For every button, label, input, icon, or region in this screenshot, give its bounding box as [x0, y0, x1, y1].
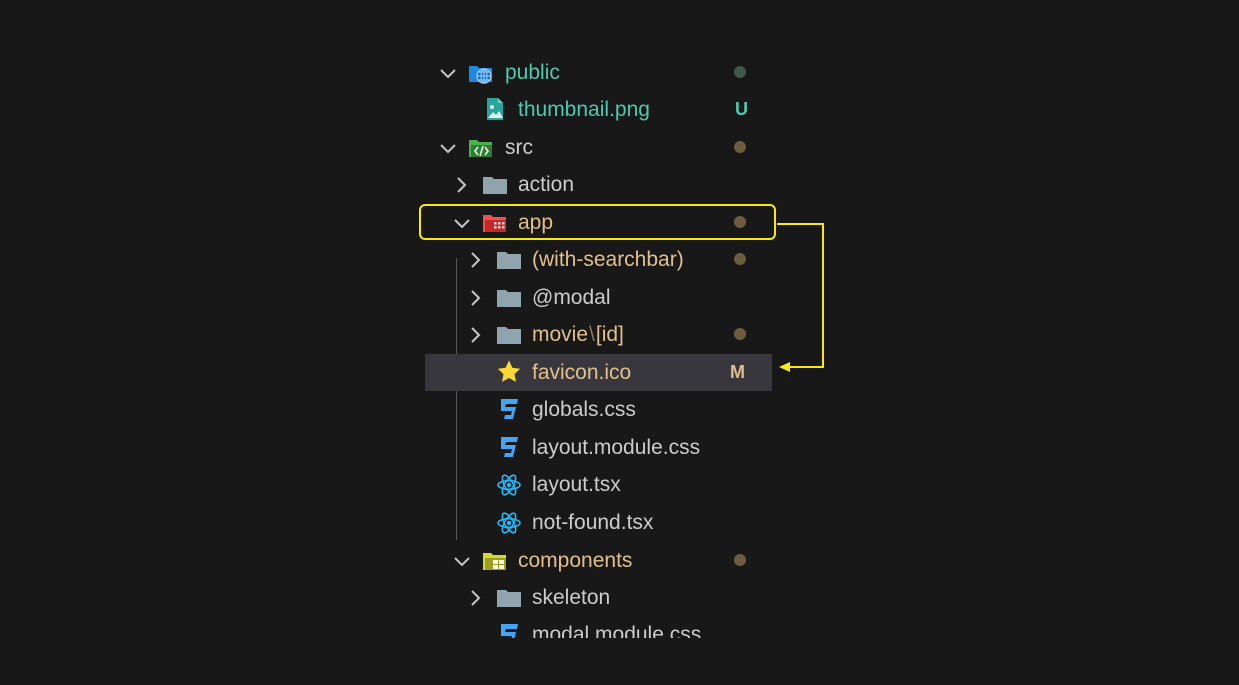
star-icon — [496, 359, 522, 385]
tree-item-movie-id[interactable]: movie\[id] — [425, 316, 772, 353]
tree-item-src[interactable]: src — [425, 129, 772, 166]
chevron-down-icon[interactable] — [438, 138, 458, 158]
tree-item-label: layout.module.css — [532, 436, 701, 459]
tree-item-label: (with-searchbar) — [532, 248, 684, 271]
tree-item-modal[interactable]: @modal — [425, 279, 772, 316]
chevron-right-icon[interactable] — [465, 325, 485, 345]
code-folder-icon — [468, 135, 494, 161]
react-file-icon — [496, 472, 522, 498]
tree-item-label: layout.tsx — [532, 473, 621, 496]
tree-item-thumbnail-png[interactable]: thumbnail.png U — [425, 91, 772, 128]
tree-item-favicon-ico[interactable]: favicon.ico M — [425, 354, 772, 391]
tree-item-label: globals.css — [532, 398, 636, 421]
tree-item-label: public — [505, 61, 560, 84]
folder-icon — [496, 585, 522, 611]
tree-item-label: modal.module.css — [532, 623, 702, 638]
chevron-right-icon[interactable] — [465, 250, 485, 270]
tree-item-with-searchbar[interactable]: (with-searchbar) — [425, 241, 772, 278]
components-folder-icon — [482, 548, 508, 574]
css-file-icon — [496, 434, 522, 460]
tree-item-label: src — [505, 136, 533, 159]
path-separator: \ — [589, 323, 595, 346]
git-status-modified: M — [730, 362, 745, 382]
status-dot — [734, 66, 746, 78]
folder-icon — [482, 172, 508, 198]
tree-item-skeleton[interactable]: skeleton — [425, 579, 772, 616]
image-file-icon — [482, 96, 508, 122]
folder-icon — [496, 322, 522, 348]
tree-item-label: skeleton — [532, 586, 611, 609]
tree-item-label: action — [518, 173, 575, 196]
tree-item-public[interactable]: public — [425, 54, 772, 91]
css-file-icon — [496, 621, 522, 638]
status-dot — [734, 554, 746, 566]
highlight-box — [419, 204, 776, 240]
folder-icon — [496, 247, 522, 273]
tree-item-globals-css[interactable]: globals.css — [425, 391, 772, 428]
status-dot — [734, 141, 746, 153]
path-segment: [id] — [595, 323, 624, 346]
chevron-right-icon[interactable] — [451, 175, 471, 195]
git-status-untracked: U — [735, 99, 748, 119]
react-file-icon — [496, 510, 522, 536]
tree-item-label: movie\[id] — [532, 316, 624, 353]
tree-item-label: @modal — [532, 286, 611, 309]
chevron-right-icon[interactable] — [465, 288, 485, 308]
tree-item-modal-module-css[interactable]: modal.module.css — [425, 616, 772, 638]
tree-item-label: favicon.ico — [532, 361, 632, 384]
folder-icon — [496, 285, 522, 311]
tree-item-label: not-found.tsx — [532, 511, 654, 534]
status-dot — [734, 253, 746, 265]
status-dot — [734, 328, 746, 340]
chevron-down-icon[interactable] — [452, 551, 472, 571]
tree-item-label: thumbnail.png — [518, 98, 650, 121]
tree-item-layout-module-css[interactable]: layout.module.css — [425, 429, 772, 466]
chevron-right-icon[interactable] — [465, 588, 485, 608]
tree-item-layout-tsx[interactable]: layout.tsx — [425, 466, 772, 503]
globe-folder-icon — [468, 60, 494, 86]
tree-item-components[interactable]: components — [425, 542, 772, 579]
path-segment: movie — [532, 323, 589, 346]
chevron-down-icon[interactable] — [438, 63, 458, 83]
file-explorer-tree: public thumbnail.png U src action app (w… — [425, 52, 772, 638]
tree-item-action[interactable]: action — [425, 166, 772, 203]
tree-item-not-found-tsx[interactable]: not-found.tsx — [425, 504, 772, 541]
css-file-icon — [496, 396, 522, 422]
tree-item-label: components — [518, 549, 633, 572]
